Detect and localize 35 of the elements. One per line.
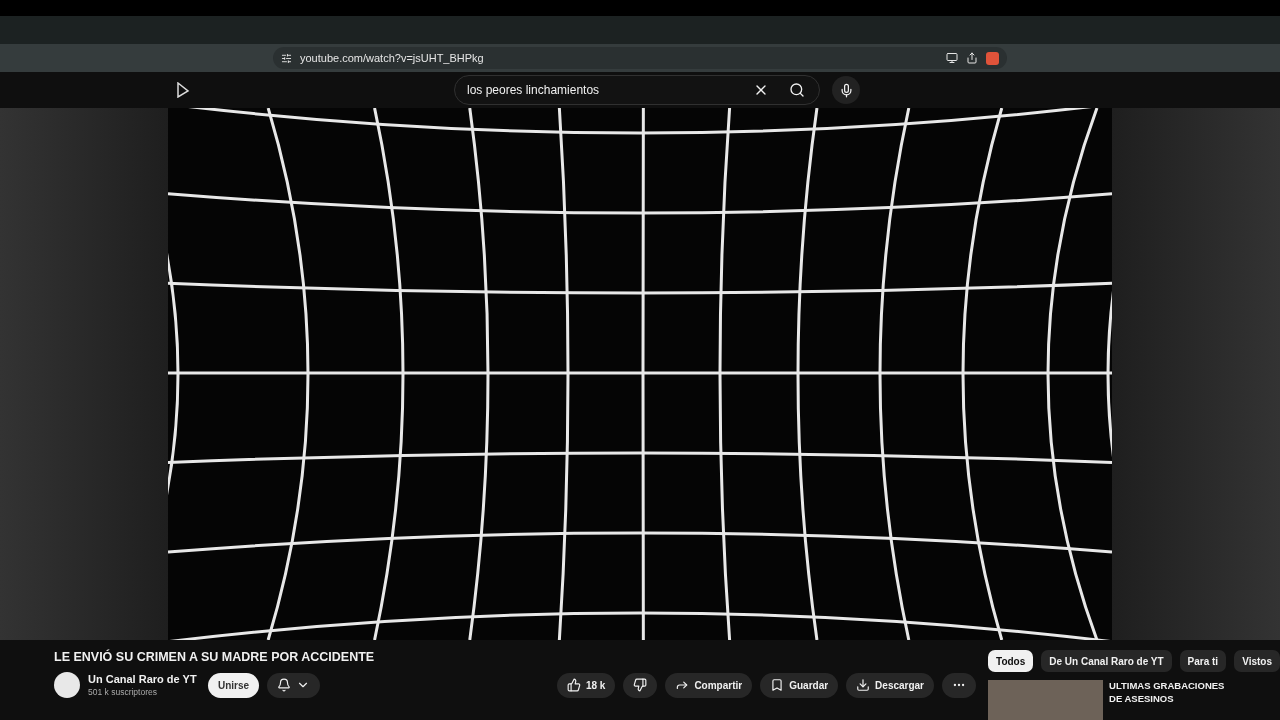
search-text: los peores linchamientos [467, 83, 601, 97]
address-bar[interactable]: youtube.com/watch?v=jsUHT_BHPkg [273, 47, 1007, 69]
filter-chip[interactable]: Todos [988, 650, 1034, 672]
bell-icon [277, 678, 292, 692]
video-frame[interactable] [168, 108, 1112, 640]
site-settings-icon[interactable] [281, 52, 292, 64]
download-button[interactable]: Descargar [846, 672, 934, 698]
channel-name[interactable]: Un Canal Raro de YT [88, 673, 197, 685]
share-button[interactable]: Compartir [665, 672, 753, 698]
thumbs-down-icon [633, 678, 648, 692]
notifications-button[interactable] [267, 672, 321, 698]
save-button[interactable]: Guardar [760, 672, 839, 698]
share-icon[interactable] [966, 52, 978, 64]
filter-chip[interactable]: Vistos [1234, 650, 1280, 672]
thumbs-up-icon [566, 678, 581, 692]
mouse-cursor-icon [176, 82, 190, 98]
search-field[interactable]: los peores linchamientos [454, 75, 820, 105]
filter-chip[interactable]: De Un Canal Raro de YT [1041, 650, 1172, 672]
subscriber-count: 501 k suscriptores [88, 687, 158, 697]
install-icon[interactable] [946, 52, 958, 64]
join-button[interactable]: Unirse [208, 672, 260, 698]
save-icon [770, 678, 785, 692]
thumbnail-placeholder[interactable] [988, 680, 1103, 720]
filter-chip[interactable]: Para ti [1179, 650, 1227, 672]
search-icon [789, 82, 805, 98]
url-text: youtube.com/watch?v=jsUHT_BHPkg [300, 52, 485, 64]
recommendation-title[interactable]: ULTIMAS GRABACIONES DE ASESINOS [1109, 680, 1239, 720]
share-icon [675, 678, 690, 692]
dislike-button[interactable] [623, 672, 658, 698]
download-icon [856, 678, 871, 692]
voice-search-button[interactable] [832, 76, 860, 104]
like-button[interactable]: 18 k [556, 672, 616, 698]
video-title: LE ENVIÓ SU CRIMEN A SU MADRE POR ACCIDENTE [54, 650, 376, 664]
microphone-icon [838, 82, 854, 98]
channel-avatar[interactable] [54, 672, 80, 698]
